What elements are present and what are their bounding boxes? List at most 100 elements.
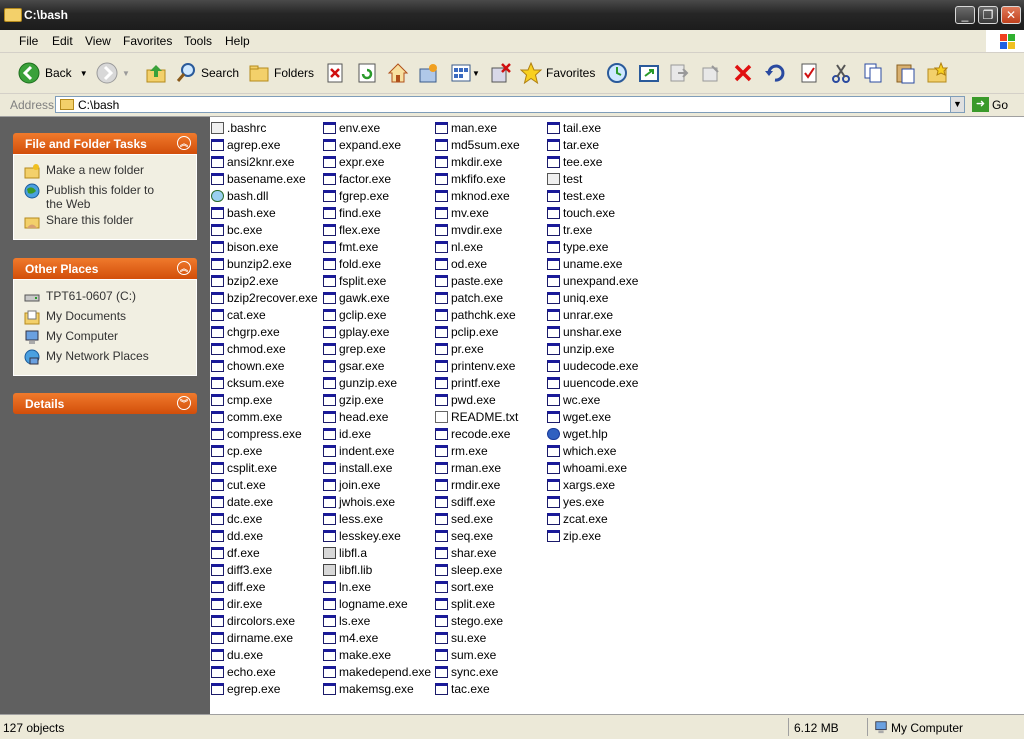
file-item[interactable]: man.exe — [435, 119, 520, 136]
menu-tools[interactable]: Tools — [184, 34, 212, 48]
file-item[interactable]: gzip.exe — [323, 391, 431, 408]
file-item[interactable]: env.exe — [323, 119, 431, 136]
file-item[interactable]: diff.exe — [211, 578, 318, 595]
file-item[interactable]: wget.exe — [547, 408, 638, 425]
undo-button[interactable] — [764, 59, 786, 87]
file-item[interactable]: bc.exe — [211, 221, 318, 238]
file-item[interactable]: dir.exe — [211, 595, 318, 612]
properties-button[interactable] — [798, 59, 820, 87]
minimize-button[interactable]: _ — [955, 6, 975, 24]
file-item[interactable]: dc.exe — [211, 510, 318, 527]
file-item[interactable]: cat.exe — [211, 306, 318, 323]
file-item[interactable]: find.exe — [323, 204, 431, 221]
file-item[interactable]: chgrp.exe — [211, 323, 318, 340]
file-item[interactable]: df.exe — [211, 544, 318, 561]
menu-help[interactable]: Help — [225, 34, 250, 48]
file-item[interactable]: tr.exe — [547, 221, 638, 238]
file-item[interactable]: unzip.exe — [547, 340, 638, 357]
file-item[interactable]: whoami.exe — [547, 459, 638, 476]
file-item[interactable]: gsar.exe — [323, 357, 431, 374]
file-item[interactable]: bash.dll — [211, 187, 318, 204]
file-item[interactable]: pwd.exe — [435, 391, 520, 408]
history-button[interactable] — [606, 59, 628, 87]
file-item[interactable]: fgrep.exe — [323, 187, 431, 204]
file-item[interactable]: expand.exe — [323, 136, 431, 153]
file-item[interactable]: wget.hlp — [547, 425, 638, 442]
file-item[interactable]: cut.exe — [211, 476, 318, 493]
file-item[interactable]: sort.exe — [435, 578, 520, 595]
back-button[interactable]: Back ▼ — [18, 59, 88, 87]
file-item[interactable]: rman.exe — [435, 459, 520, 476]
file-item[interactable]: test — [547, 170, 638, 187]
file-item[interactable]: flex.exe — [323, 221, 431, 238]
file-item[interactable]: libfl.lib — [323, 561, 431, 578]
file-item[interactable]: fsplit.exe — [323, 272, 431, 289]
file-item[interactable]: printf.exe — [435, 374, 520, 391]
file-item[interactable]: printenv.exe — [435, 357, 520, 374]
file-item[interactable]: basename.exe — [211, 170, 318, 187]
file-item[interactable]: rm.exe — [435, 442, 520, 459]
file-item[interactable]: fold.exe — [323, 255, 431, 272]
file-item[interactable]: .bashrc — [211, 119, 318, 136]
file-item[interactable]: stego.exe — [435, 612, 520, 629]
task-share-folder[interactable]: Share this folder — [24, 213, 133, 229]
home-button[interactable] — [387, 59, 409, 87]
menu-edit[interactable]: Edit — [52, 34, 73, 48]
file-item[interactable]: unexpand.exe — [547, 272, 638, 289]
file-item[interactable]: paste.exe — [435, 272, 520, 289]
address-dropdown-button[interactable]: ▼ — [950, 96, 965, 113]
copy-to-button[interactable] — [668, 59, 690, 87]
task-make-new-folder[interactable]: Make a new folder — [24, 163, 144, 179]
file-item[interactable]: tar.exe — [547, 136, 638, 153]
file-item[interactable]: chmod.exe — [211, 340, 318, 357]
file-item[interactable]: sleep.exe — [435, 561, 520, 578]
file-item[interactable]: mkfifo.exe — [435, 170, 520, 187]
file-item[interactable]: gunzip.exe — [323, 374, 431, 391]
file-item[interactable]: tac.exe — [435, 680, 520, 697]
file-item[interactable]: zip.exe — [547, 527, 638, 544]
file-item[interactable]: compress.exe — [211, 425, 318, 442]
file-item[interactable]: rmdir.exe — [435, 476, 520, 493]
file-item[interactable]: make.exe — [323, 646, 431, 663]
views-button[interactable]: ▼ — [450, 59, 480, 87]
file-item[interactable]: sdiff.exe — [435, 493, 520, 510]
file-item[interactable]: uudecode.exe — [547, 357, 638, 374]
file-item[interactable]: od.exe — [435, 255, 520, 272]
file-item[interactable]: xargs.exe — [547, 476, 638, 493]
file-item[interactable]: tail.exe — [547, 119, 638, 136]
file-item[interactable]: shar.exe — [435, 544, 520, 561]
up-folder-button[interactable] — [145, 59, 167, 87]
file-item[interactable]: grep.exe — [323, 340, 431, 357]
file-item[interactable]: csplit.exe — [211, 459, 318, 476]
file-item[interactable]: gplay.exe — [323, 323, 431, 340]
file-item[interactable]: makemsg.exe — [323, 680, 431, 697]
address-input[interactable]: C:\bash — [55, 96, 965, 113]
close-folder-button[interactable] — [324, 59, 346, 87]
file-item[interactable]: ln.exe — [323, 578, 431, 595]
file-item[interactable]: bzip2.exe — [211, 272, 318, 289]
chevron-down-icon[interactable]: ▼ — [122, 69, 130, 78]
file-item[interactable]: ansi2knr.exe — [211, 153, 318, 170]
file-item[interactable]: test.exe — [547, 187, 638, 204]
file-item[interactable]: recode.exe — [435, 425, 520, 442]
file-item[interactable]: mv.exe — [435, 204, 520, 221]
file-item[interactable]: tee.exe — [547, 153, 638, 170]
search-button[interactable]: Search — [175, 59, 239, 87]
favorites-button[interactable]: Favorites — [520, 59, 595, 87]
file-item[interactable]: pathchk.exe — [435, 306, 520, 323]
delete-tool-button[interactable] — [490, 59, 512, 87]
file-item[interactable]: sed.exe — [435, 510, 520, 527]
file-item[interactable]: id.exe — [323, 425, 431, 442]
place-my-network-places[interactable]: My Network Places — [24, 349, 149, 365]
file-item[interactable]: comm.exe — [211, 408, 318, 425]
file-item[interactable]: sum.exe — [435, 646, 520, 663]
chevron-down-icon[interactable]: ▼ — [472, 69, 480, 78]
file-item[interactable]: split.exe — [435, 595, 520, 612]
folders-button[interactable]: Folders — [248, 59, 314, 87]
favorite-folder-button[interactable] — [926, 59, 948, 87]
file-item[interactable]: factor.exe — [323, 170, 431, 187]
file-item[interactable]: diff3.exe — [211, 561, 318, 578]
file-item[interactable]: bunzip2.exe — [211, 255, 318, 272]
file-item[interactable]: uniq.exe — [547, 289, 638, 306]
new-item-button[interactable] — [418, 59, 440, 87]
